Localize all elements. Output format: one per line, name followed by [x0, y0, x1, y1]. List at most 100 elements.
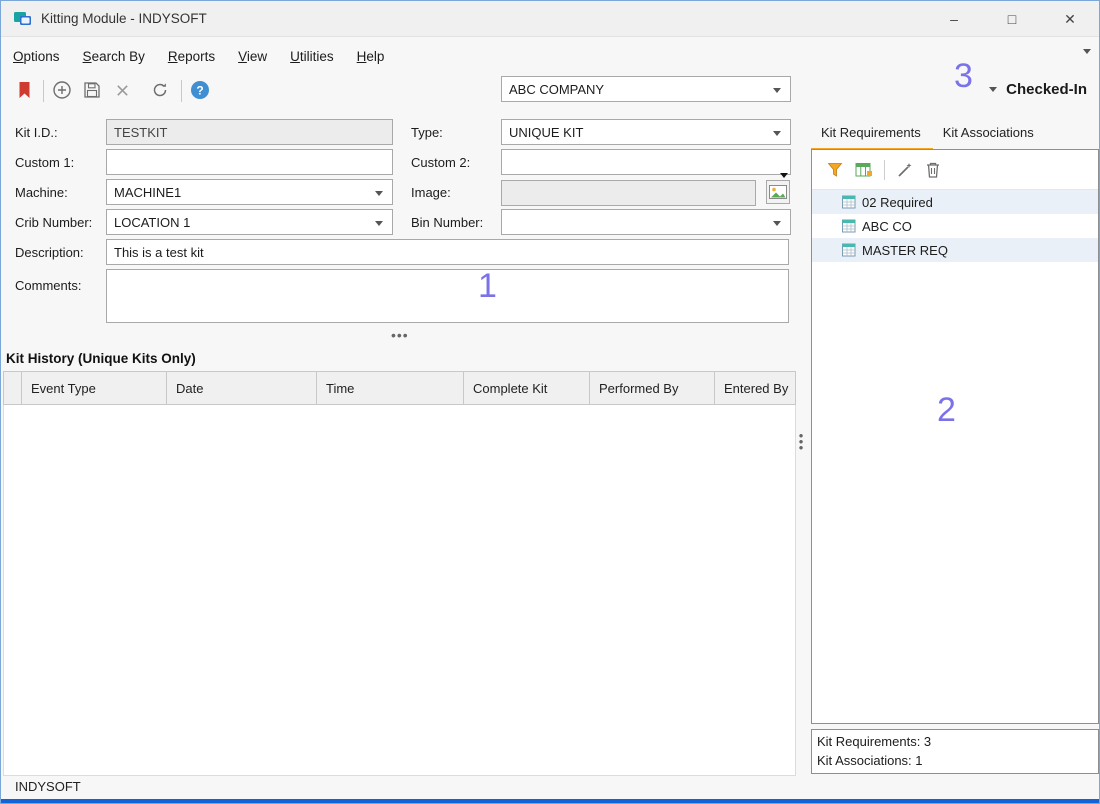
type-label: Type:	[411, 125, 443, 140]
app-icon	[13, 10, 33, 28]
column-chooser-button[interactable]	[850, 157, 878, 183]
custom2-label: Custom 2:	[411, 155, 470, 170]
grid-columns-icon	[855, 162, 873, 178]
right-panel-tabs: Kit Requirements Kit Associations	[811, 119, 1046, 151]
title-bar: Kitting Module - INDYSOFT – □ ✕	[1, 1, 1099, 37]
window-title: Kitting Module - INDYSOFT	[41, 11, 207, 26]
save-icon	[83, 81, 101, 99]
delete-button[interactable]	[109, 77, 135, 103]
custom2-field[interactable]	[501, 149, 791, 175]
add-icon	[52, 80, 72, 100]
main-toolbar: ? ABC COMPANY	[1, 73, 1099, 109]
requirement-item[interactable]: 02 Required	[812, 190, 1098, 214]
save-button[interactable]	[79, 77, 105, 103]
menu-options[interactable]: Options	[13, 45, 71, 68]
tab-kit-requirements[interactable]: Kit Requirements	[811, 119, 933, 151]
custom1-field[interactable]	[106, 149, 393, 175]
menu-bar: Options Search By Reports View Utilities…	[1, 41, 1099, 71]
menu-view[interactable]: View	[238, 45, 278, 68]
window-controls: – □ ✕	[925, 1, 1099, 37]
kit-id-field[interactable]	[106, 119, 393, 145]
requirement-label: MASTER REQ	[862, 243, 948, 258]
chevron-down-icon	[375, 191, 383, 196]
requirement-grid-icon	[840, 195, 856, 209]
chevron-down-icon	[773, 221, 781, 226]
horizontal-splitter-handle[interactable]: •••	[391, 327, 409, 343]
help-button[interactable]: ?	[187, 77, 213, 103]
minimize-button[interactable]: –	[925, 1, 983, 37]
description-label: Description:	[15, 245, 84, 260]
column-header-time[interactable]: Time	[317, 372, 464, 404]
column-header-event-type[interactable]: Event Type	[22, 372, 167, 404]
image-picker-button[interactable]	[766, 180, 790, 204]
requirement-grid-icon	[840, 243, 856, 257]
company-combo-value: ABC COMPANY	[509, 82, 604, 97]
chevron-down-icon	[773, 88, 781, 93]
toolbar-separator	[884, 160, 885, 180]
machine-combo-value: MACHINE1	[114, 185, 181, 200]
requirement-grid-icon	[840, 219, 856, 233]
kit-status: Checked-In	[989, 81, 1087, 98]
custom1-label: Custom 1:	[15, 155, 74, 170]
kit-history-header: Event Type Date Time Complete Kit Perfor…	[3, 371, 796, 405]
help-icon: ?	[190, 80, 210, 100]
refresh-icon	[151, 81, 169, 99]
chevron-down-icon	[773, 131, 781, 136]
delete-icon	[115, 83, 130, 98]
comments-field[interactable]	[106, 269, 789, 323]
delete-requirement-button[interactable]	[919, 157, 947, 183]
column-header-entered-by[interactable]: Entered By	[715, 372, 795, 404]
image-menu-triangle-icon[interactable]	[780, 173, 788, 178]
vertical-splitter-handle[interactable]: •••	[797, 433, 805, 451]
annotation-1: 1	[478, 267, 497, 306]
edit-wand-button[interactable]	[891, 157, 919, 183]
column-header-complete-kit[interactable]: Complete Kit	[464, 372, 590, 404]
row-selector-header	[4, 372, 22, 404]
filter-button[interactable]	[822, 157, 850, 183]
kit-history-body	[3, 405, 796, 776]
requirements-toolbar	[812, 150, 1098, 190]
crib-number-label: Crib Number:	[15, 215, 92, 230]
kit-associations-count: Kit Associations: 1	[817, 751, 1093, 770]
requirement-item[interactable]: MASTER REQ	[812, 238, 1098, 262]
refresh-button[interactable]	[147, 77, 173, 103]
annotation-3: 3	[954, 57, 973, 96]
close-button[interactable]: ✕	[1041, 1, 1099, 37]
crib-number-combo[interactable]: LOCATION 1	[106, 209, 393, 235]
maximize-button[interactable]: □	[983, 1, 1041, 37]
crib-number-combo-value: LOCATION 1	[114, 215, 190, 230]
kit-history-table: Event Type Date Time Complete Kit Perfor…	[3, 371, 796, 776]
requirement-label: ABC CO	[862, 219, 912, 234]
kit-requirements-panel: 02 Required ABC CO MASTER REQ	[811, 149, 1099, 724]
machine-combo[interactable]: MACHINE1	[106, 179, 393, 205]
app-window: Kitting Module - INDYSOFT – □ ✕ Options …	[0, 0, 1100, 804]
column-header-performed-by[interactable]: Performed By	[590, 372, 715, 404]
wand-icon	[896, 161, 914, 179]
kit-history-title: Kit History (Unique Kits Only)	[6, 351, 196, 366]
description-field[interactable]	[106, 239, 789, 265]
menu-help[interactable]: Help	[357, 45, 396, 68]
menu-utilities[interactable]: Utilities	[290, 45, 345, 68]
comments-label: Comments:	[15, 278, 81, 293]
type-combo-value: UNIQUE KIT	[509, 125, 583, 140]
status-label: Checked-In	[1006, 81, 1087, 98]
status-chevron-down-icon[interactable]	[989, 87, 997, 92]
menu-overflow-chevron-icon[interactable]	[1083, 49, 1091, 54]
requirement-item[interactable]: ABC CO	[812, 214, 1098, 238]
status-bar: INDYSOFT	[1, 773, 1099, 799]
annotation-2: 2	[937, 391, 956, 430]
trash-icon	[925, 161, 941, 179]
bin-number-combo[interactable]	[501, 209, 791, 235]
bookmark-button[interactable]	[11, 77, 37, 103]
menu-search-by[interactable]: Search By	[83, 45, 156, 68]
image-field[interactable]	[501, 180, 756, 206]
tab-kit-associations[interactable]: Kit Associations	[933, 119, 1046, 151]
type-combo[interactable]: UNIQUE KIT	[501, 119, 791, 145]
column-header-date[interactable]: Date	[167, 372, 317, 404]
toolbar-separator	[181, 80, 182, 102]
filter-icon	[827, 162, 845, 178]
company-combo[interactable]: ABC COMPANY	[501, 76, 791, 102]
statusbar-text: INDYSOFT	[15, 779, 81, 794]
menu-reports[interactable]: Reports	[168, 45, 226, 68]
add-button[interactable]	[49, 77, 75, 103]
